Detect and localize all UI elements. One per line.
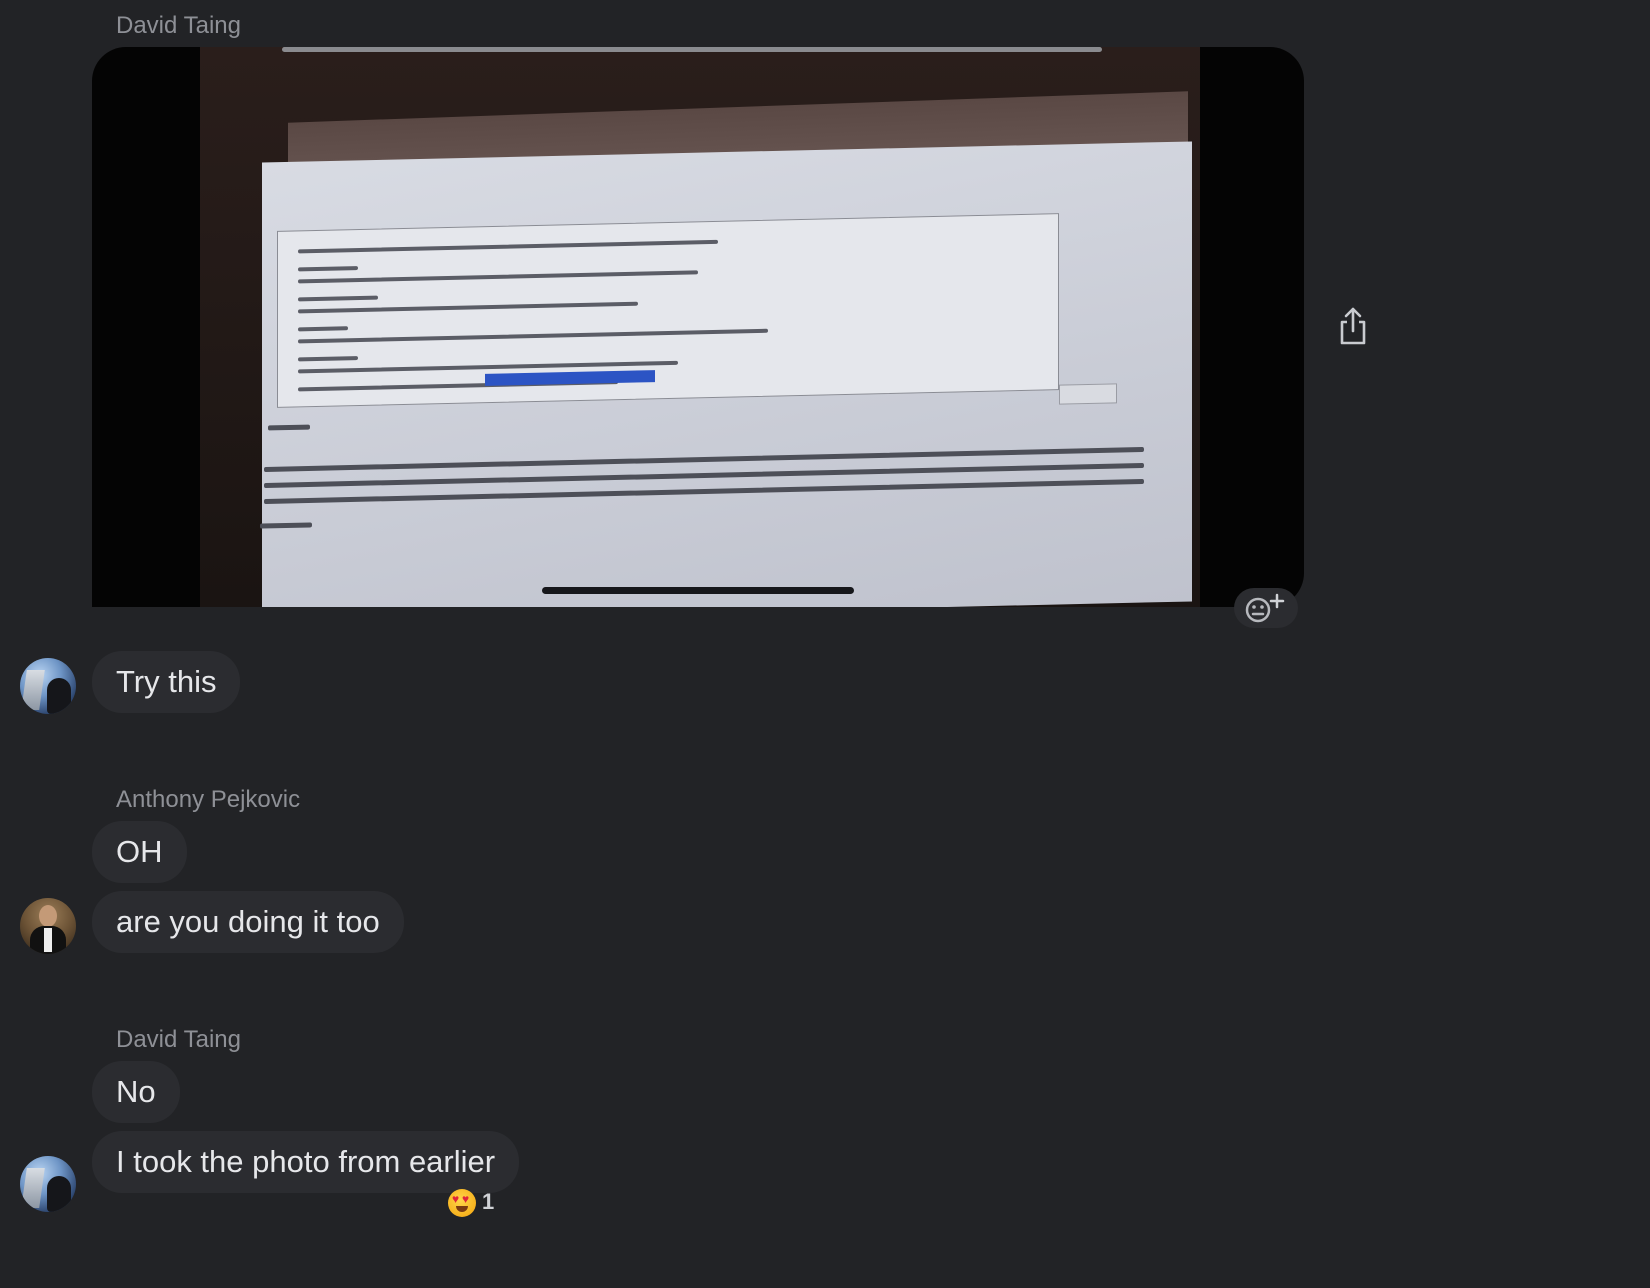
reaction-count: 1 [482, 1189, 495, 1214]
share-button[interactable] [1336, 306, 1370, 346]
sender-name: David Taing [116, 1026, 241, 1053]
add-reaction-button[interactable] [1234, 588, 1298, 628]
photo-code-box [277, 213, 1059, 408]
add-reaction-icon [1245, 593, 1285, 623]
message-bubble[interactable]: I took the photo from earlier [92, 1131, 520, 1193]
sender-name: David Taing [116, 12, 241, 39]
avatar[interactable] [20, 658, 76, 714]
avatar[interactable] [20, 1156, 76, 1212]
heart-eyes-emoji-icon [448, 1189, 476, 1218]
avatar[interactable] [20, 898, 76, 954]
message-photo[interactable] [92, 47, 1304, 607]
sender-name: Anthony Pejkovic [116, 786, 301, 813]
message-bubble[interactable]: OH [92, 821, 187, 883]
message-bubble[interactable]: are you doing it too [92, 891, 404, 953]
message-bubble[interactable]: No [92, 1061, 180, 1123]
share-icon [1340, 307, 1366, 345]
reaction-badge[interactable]: 1 [448, 1186, 494, 1218]
message-bubble[interactable]: Try this [92, 651, 241, 713]
photo-top-bar [282, 47, 1102, 52]
photo-home-bar [542, 587, 854, 594]
photo-update-button [1059, 383, 1117, 405]
